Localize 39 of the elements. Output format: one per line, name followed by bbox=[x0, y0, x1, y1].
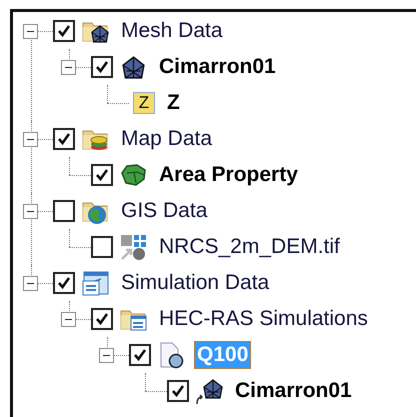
expand-toggle[interactable] bbox=[23, 276, 38, 290]
tree-item-label[interactable]: Area Property bbox=[156, 161, 301, 189]
checkmark-icon bbox=[94, 167, 110, 183]
tree-item-label[interactable]: Z bbox=[164, 89, 183, 117]
field-badge: Z bbox=[133, 92, 155, 114]
expand-toggle[interactable] bbox=[23, 132, 38, 146]
tree-item-label[interactable]: Cimarron01 bbox=[232, 377, 355, 405]
tree-item-label[interactable]: Cimarron01 bbox=[156, 53, 279, 81]
checkmark-icon bbox=[94, 59, 110, 75]
checkbox[interactable] bbox=[91, 56, 113, 78]
expand-toggle[interactable] bbox=[23, 24, 38, 38]
tree-item-label[interactable]: Mesh Data bbox=[118, 17, 226, 45]
tree-item-label[interactable]: GIS Data bbox=[118, 197, 210, 225]
expand-toggle[interactable] bbox=[61, 312, 76, 326]
tree-item-label[interactable]: HEC-RAS Simulations bbox=[156, 305, 371, 333]
tree-item-label[interactable]: NRCS_2m_DEM.tif bbox=[156, 233, 343, 261]
expand-toggle[interactable] bbox=[99, 348, 114, 362]
checkbox[interactable] bbox=[53, 20, 75, 42]
checkbox[interactable] bbox=[91, 308, 113, 330]
checkbox[interactable] bbox=[91, 236, 113, 258]
linked-mesh-icon bbox=[195, 377, 223, 405]
tree-item-label[interactable]: Map Data bbox=[118, 125, 216, 153]
checkmark-icon bbox=[132, 347, 148, 363]
checkbox[interactable] bbox=[53, 128, 75, 150]
expand-toggle[interactable] bbox=[61, 60, 76, 74]
checkbox[interactable] bbox=[53, 200, 75, 222]
checkbox[interactable] bbox=[53, 272, 75, 294]
checkmark-icon bbox=[56, 131, 72, 147]
checkmark-icon bbox=[170, 383, 186, 399]
checkbox[interactable] bbox=[167, 380, 189, 402]
checkmark-icon bbox=[94, 311, 110, 327]
checkbox[interactable] bbox=[91, 164, 113, 186]
checkbox[interactable] bbox=[129, 344, 151, 366]
tree-item-label[interactable]: Simulation Data bbox=[118, 269, 272, 297]
raster-icon bbox=[119, 233, 147, 261]
document-window-icon bbox=[81, 269, 109, 297]
checkmark-icon bbox=[56, 23, 72, 39]
checkmark-icon bbox=[56, 275, 72, 291]
expand-toggle[interactable] bbox=[23, 204, 38, 218]
